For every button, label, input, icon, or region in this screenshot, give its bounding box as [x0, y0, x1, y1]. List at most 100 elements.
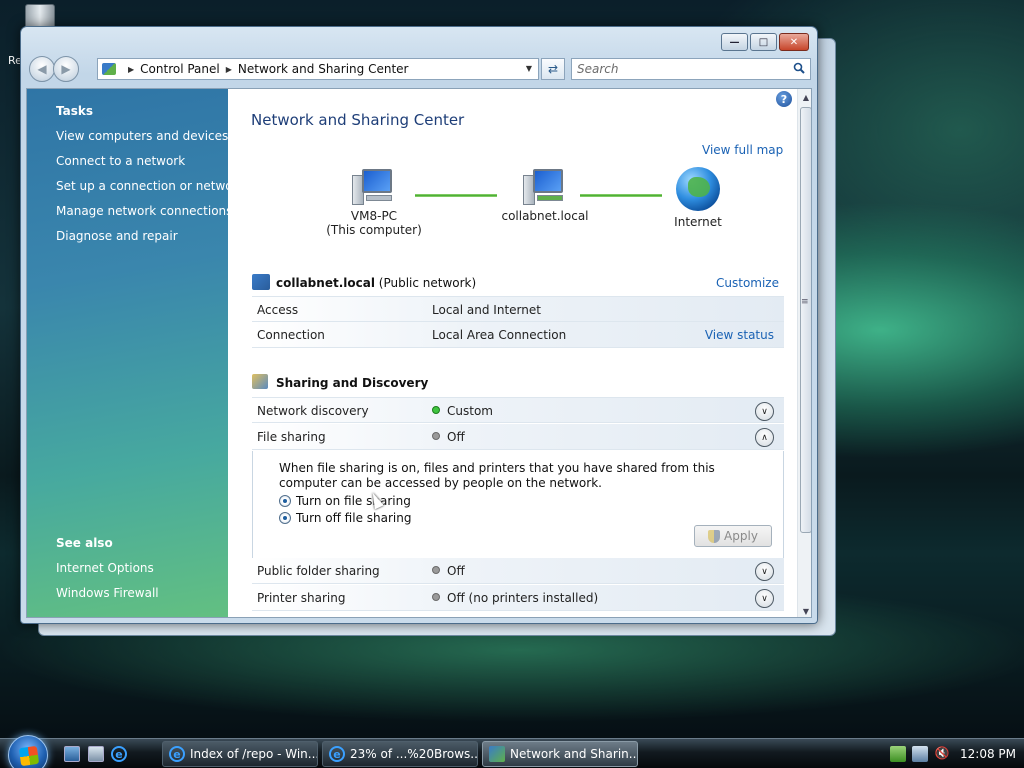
internet-explorer-icon[interactable]: e: [111, 746, 127, 762]
sharing-icon: [252, 374, 268, 389]
status-off-icon: [432, 566, 440, 574]
apply-button[interactable]: Apply: [694, 525, 772, 547]
task-manage-connections[interactable]: Manage network connections: [56, 204, 232, 218]
file-sharing-details: When file sharing is on, files and print…: [252, 451, 784, 559]
switch-windows-icon[interactable]: [88, 746, 104, 762]
turn-on-file-sharing-option[interactable]: Turn on file sharing: [279, 494, 411, 508]
breadcrumb-control-panel[interactable]: Control Panel: [140, 62, 220, 76]
network-small-icon: [252, 274, 270, 290]
scroll-thumb[interactable]: [800, 107, 811, 533]
view-status-link[interactable]: View status: [705, 328, 774, 342]
sharing-title: Sharing and Discovery: [276, 376, 429, 390]
printer-sharing-label: Printer sharing: [257, 591, 346, 605]
taskbar-item-network-sharing[interactable]: Network and Sharin...: [482, 741, 638, 767]
printer-sharing-row[interactable]: Printer sharing Off (no printers install…: [252, 585, 784, 611]
search-box[interactable]: [571, 58, 811, 80]
show-desktop-icon[interactable]: [64, 746, 80, 762]
network-name-heading: collabnet.local: [276, 276, 375, 290]
grip-icon: ≡: [801, 297, 809, 307]
network-tray-icon[interactable]: [912, 746, 928, 762]
computer-icon: [352, 169, 396, 205]
close-button[interactable]: ✕: [779, 33, 809, 51]
view-full-map-link[interactable]: View full map: [702, 143, 783, 157]
control-panel-icon: [102, 63, 116, 75]
network-sharing-window: — □ ✕ ◀ ▶ ▶ Control Panel ▶ Network and …: [20, 26, 818, 624]
task-setup-connection[interactable]: Set up a connection or network: [56, 179, 244, 193]
search-input[interactable]: [577, 62, 777, 76]
network-icon: [523, 169, 567, 205]
expand-chevron-down-icon[interactable]: ∨: [755, 589, 774, 608]
address-bar[interactable]: ▶ Control Panel ▶ Network and Sharing Ce…: [97, 58, 539, 80]
status-on-icon: [432, 406, 440, 414]
start-button[interactable]: [8, 735, 48, 768]
main-panel: ? Network and Sharing Center View full m…: [228, 89, 797, 617]
connection-line: [415, 194, 497, 197]
chevron-right-icon[interactable]: ▶: [226, 65, 232, 74]
access-label: Access: [257, 303, 299, 317]
turn-off-file-sharing-option[interactable]: Turn off file sharing: [279, 511, 411, 525]
taskbar-item-repo-index[interactable]: e Index of /repo - Win...: [162, 741, 318, 767]
see-also-heading: See also: [56, 536, 113, 550]
scroll-down-arrow-icon[interactable]: ▼: [798, 603, 811, 617]
security-check-icon[interactable]: [890, 746, 906, 762]
clock[interactable]: 12:08 PM: [960, 747, 1016, 761]
task-diagnose-repair[interactable]: Diagnose and repair: [56, 229, 178, 243]
file-sharing-label: File sharing: [257, 430, 326, 444]
search-icon[interactable]: [793, 62, 805, 74]
globe-icon: [676, 167, 720, 211]
see-also-windows-firewall[interactable]: Windows Firewall: [56, 586, 159, 600]
taskbar-item-download[interactable]: e 23% of ...%20Brows...: [322, 741, 478, 767]
minimize-button[interactable]: —: [721, 33, 748, 51]
public-folder-sharing-row[interactable]: Public folder sharing Off ∨: [252, 558, 784, 584]
collapse-chevron-up-icon[interactable]: ∧: [755, 428, 774, 447]
see-also-internet-options[interactable]: Internet Options: [56, 561, 154, 575]
expand-chevron-down-icon[interactable]: ∨: [755, 402, 774, 421]
network-heading: collabnet.local (Public network): [252, 274, 477, 290]
expand-chevron-down-icon[interactable]: ∨: [755, 562, 774, 581]
public-folder-status: Off: [432, 564, 465, 578]
tasks-heading: Tasks: [56, 104, 94, 118]
access-value: Local and Internet: [432, 303, 541, 317]
internet-label: Internet: [674, 215, 722, 229]
task-view-computers[interactable]: View computers and devices: [56, 129, 228, 143]
forward-button[interactable]: ▶: [53, 56, 79, 82]
task-connect-network[interactable]: Connect to a network: [56, 154, 185, 168]
title-bar-buttons: — □ ✕: [721, 33, 809, 51]
shield-icon: [708, 529, 721, 543]
chevron-down-icon[interactable]: ▼: [526, 64, 532, 73]
file-sharing-description: When file sharing is on, files and print…: [279, 461, 715, 490]
connection-row: Connection Local Area Connection View st…: [252, 322, 784, 348]
scroll-up-arrow-icon[interactable]: ▲: [798, 89, 811, 105]
navigation-buttons: ◀ ▶: [29, 56, 79, 82]
network-center-icon: [489, 746, 505, 762]
radio-button[interactable]: [279, 495, 291, 507]
sharing-heading: Sharing and Discovery: [252, 374, 429, 390]
file-sharing-row[interactable]: File sharing Off ∧: [252, 424, 784, 450]
system-tray: 🔇 12:08 PM: [884, 739, 1024, 768]
back-button[interactable]: ◀: [29, 56, 55, 82]
network-type: (Public network): [378, 276, 477, 290]
connection-value: Local Area Connection: [432, 328, 567, 342]
map-internet[interactable]: Internet: [658, 167, 738, 229]
breadcrumb-network-sharing-center[interactable]: Network and Sharing Center: [238, 62, 409, 76]
network-discovery-row[interactable]: Network discovery Custom ∨: [252, 397, 784, 423]
map-computer[interactable]: VM8-PC (This computer): [324, 169, 424, 237]
status-off-icon: [432, 593, 440, 601]
customize-link[interactable]: Customize: [716, 276, 779, 290]
network-name: collabnet.local: [501, 209, 589, 223]
chevron-right-icon[interactable]: ▶: [128, 65, 134, 74]
status-off-icon: [432, 432, 440, 440]
network-discovery-status: Custom: [432, 404, 493, 418]
refresh-button[interactable]: ⇄: [541, 58, 565, 80]
maximize-button[interactable]: □: [750, 33, 777, 51]
network-discovery-label: Network discovery: [257, 404, 369, 418]
internet-explorer-icon: e: [169, 746, 185, 762]
radio-button[interactable]: [279, 512, 291, 524]
computer-subtitle: (This computer): [326, 223, 422, 237]
vertical-scrollbar[interactable]: ▲ ≡ ▼: [797, 89, 811, 617]
printer-sharing-status: Off (no printers installed): [432, 591, 598, 605]
computer-name: VM8-PC: [350, 209, 398, 223]
help-icon[interactable]: ?: [776, 91, 792, 107]
public-folder-label: Public folder sharing: [257, 564, 380, 578]
volume-muted-icon[interactable]: 🔇: [934, 746, 950, 762]
